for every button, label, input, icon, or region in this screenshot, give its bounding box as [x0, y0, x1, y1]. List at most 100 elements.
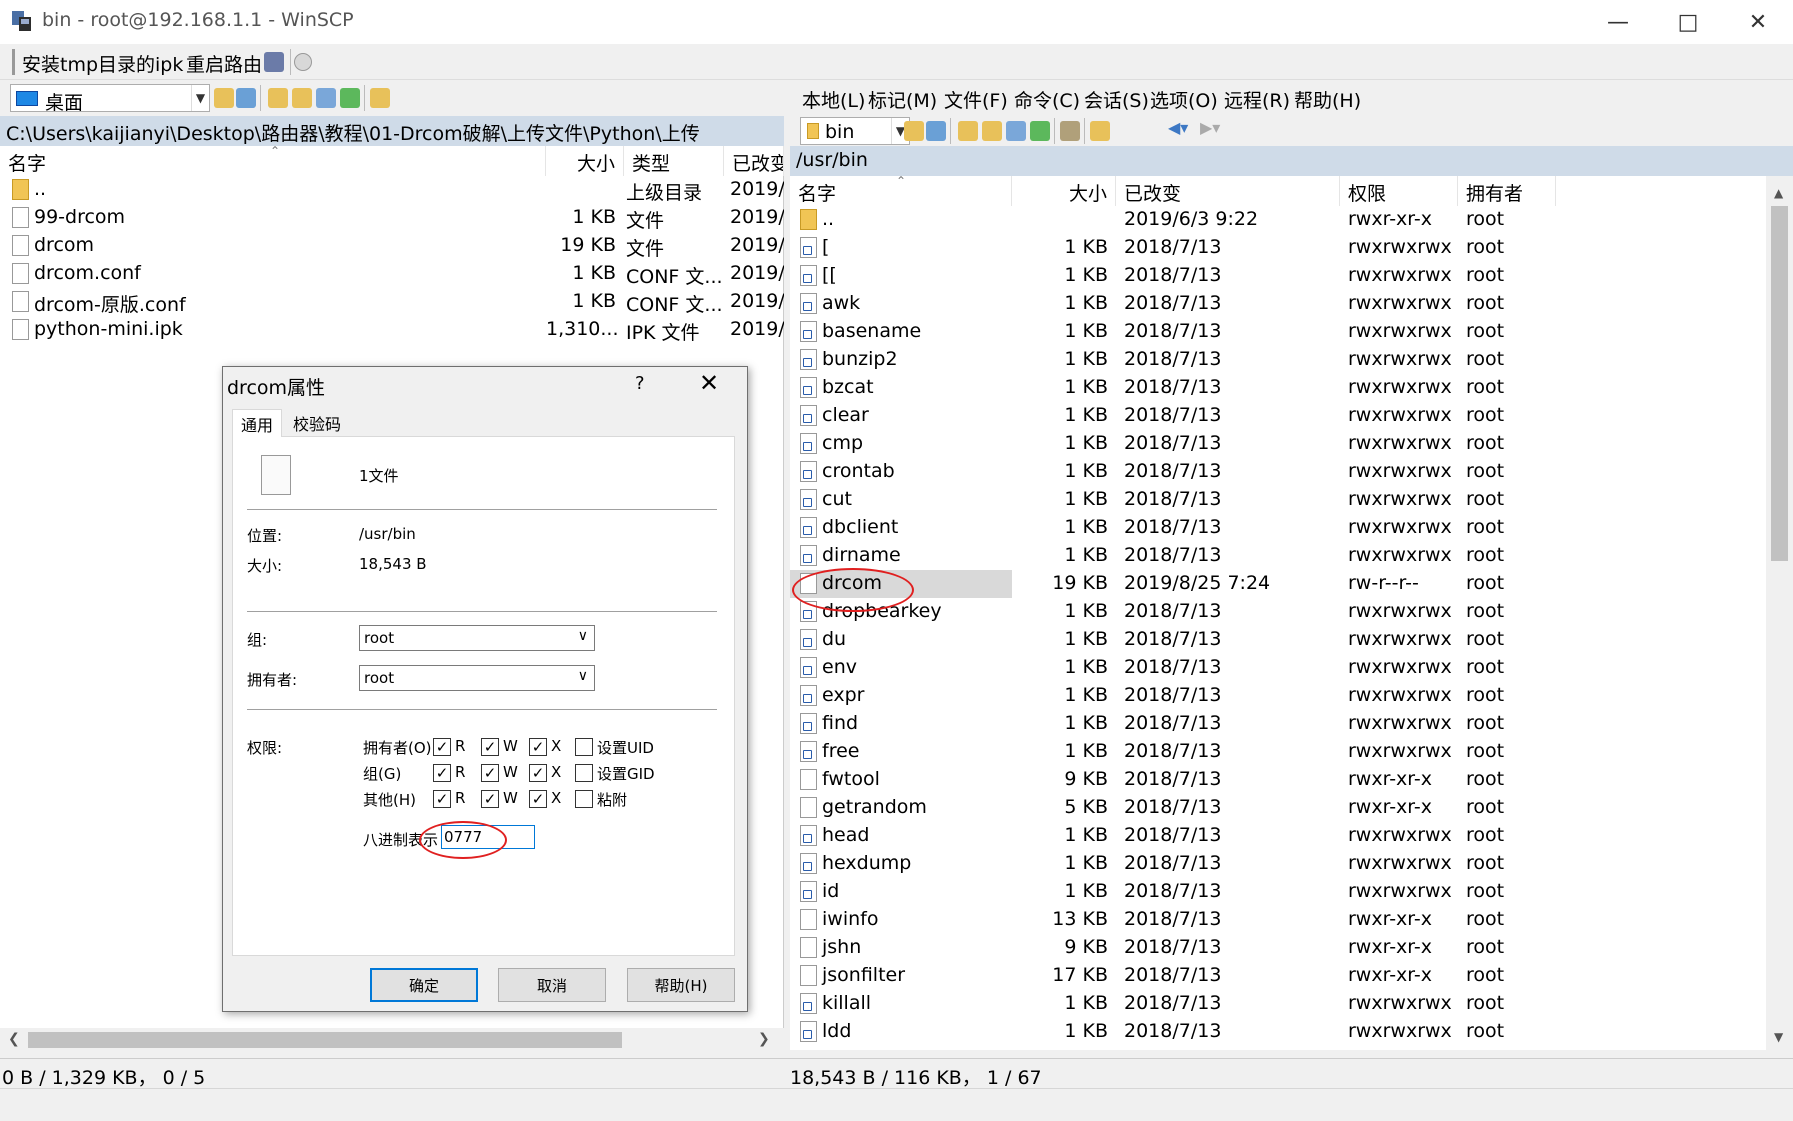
- scroll-right-icon[interactable]: ❯: [758, 1031, 770, 1047]
- group-select[interactable]: root ∨: [359, 625, 595, 651]
- dialog-close-icon[interactable]: ✕: [699, 369, 719, 397]
- file-name: drcom-原版.conf: [34, 294, 186, 316]
- close-icon[interactable]: ✕: [1723, 0, 1793, 44]
- menu-help[interactable]: 帮助(H): [1294, 86, 1361, 113]
- table-row[interactable]: drcom 19 KB 文件 2019/: [0, 232, 784, 260]
- file-owner: root: [1466, 852, 1505, 874]
- file-changed: 2018/7/13: [1124, 292, 1222, 314]
- file-icon: [261, 455, 291, 495]
- remote-dir-combo[interactable]: bin ▼: [800, 117, 910, 145]
- exec-label: X: [551, 763, 562, 781]
- checkbox-owner-read[interactable]: ✓: [433, 738, 451, 756]
- refresh-icon[interactable]: [340, 88, 360, 108]
- column-type[interactable]: 类型: [624, 146, 724, 176]
- menu-options[interactable]: 选项(O): [1150, 86, 1218, 113]
- root-folder-icon[interactable]: [982, 121, 1002, 141]
- gear-icon[interactable]: [294, 53, 312, 71]
- minimize-icon[interactable]: —: [1583, 0, 1653, 44]
- menu-mark[interactable]: 标记(M): [868, 86, 937, 113]
- table-row[interactable]: drcom-原版.conf 1 KB CONF 文... 2019/: [0, 288, 784, 316]
- file-changed: 2019/6/3 9:22: [1124, 208, 1259, 230]
- checkbox-owner-special[interactable]: [575, 738, 593, 756]
- remote-vertical-scrollbar[interactable]: ▲ ▼: [1766, 176, 1793, 1050]
- tab-checksum[interactable]: 校验码: [285, 409, 349, 437]
- table-row[interactable]: .. 上级目录 2019/: [0, 176, 784, 204]
- chevron-down-icon[interactable]: ▼: [191, 85, 209, 111]
- menu-local[interactable]: 本地(L): [802, 86, 865, 113]
- checkbox-other-special[interactable]: [575, 790, 593, 808]
- parent-folder-icon[interactable]: [268, 88, 288, 108]
- forward-arrow-icon[interactable]: ▶▾: [1200, 118, 1220, 137]
- file-changed: 2018/7/13: [1124, 712, 1222, 734]
- remote-path-bar[interactable]: /usr/bin: [790, 146, 1793, 176]
- toolbar-grip[interactable]: [12, 49, 15, 75]
- open-folder-icon[interactable]: [214, 88, 234, 108]
- menu-remote[interactable]: 远程(R): [1224, 86, 1290, 113]
- sort-asc-icon: ⌃: [896, 174, 907, 188]
- checkbox-group-exec[interactable]: ✓: [529, 764, 547, 782]
- transfer-settings-icon[interactable]: [264, 52, 284, 72]
- write-label: W: [503, 789, 518, 807]
- tab-general[interactable]: 通用: [232, 409, 283, 437]
- dialog-help-icon[interactable]: ?: [635, 373, 645, 394]
- checkbox-group-write[interactable]: ✓: [481, 764, 499, 782]
- table-row[interactable]: 99-drcom 1 KB 文件 2019/: [0, 204, 784, 232]
- local-horizontal-scrollbar[interactable]: ❮ ❯: [0, 1028, 784, 1052]
- owner-select[interactable]: root ∨: [359, 665, 595, 691]
- local-path-bar[interactable]: C:\Users\kaijianyi\Desktop\路由器\教程\01-Drc…: [0, 116, 784, 146]
- menu-session[interactable]: 会话(S): [1084, 86, 1149, 113]
- back-arrow-icon[interactable]: ◀▾: [1168, 118, 1188, 137]
- filter-icon[interactable]: [926, 121, 946, 141]
- file-name: id: [822, 880, 840, 902]
- column-size[interactable]: 大小: [1012, 176, 1116, 206]
- file-rights: rwxrwxrwx: [1348, 852, 1452, 874]
- scroll-down-icon[interactable]: ▼: [1774, 1030, 1783, 1044]
- table-row[interactable]: python-mini.ipk 1,310... IPK 文件 2019/: [0, 316, 784, 344]
- column-owner[interactable]: 拥有者: [1458, 176, 1556, 206]
- symlink-icon: [800, 1021, 817, 1042]
- tree-icon[interactable]: [1090, 121, 1110, 141]
- remote-file-list[interactable]: 名字 ⌃ 大小 已改变 权限 拥有者 .. 2019/6/3 9:22 rwxr-x…: [790, 174, 1793, 1050]
- maximize-icon[interactable]: □: [1653, 0, 1723, 44]
- menu-command[interactable]: 命令(C): [1014, 86, 1080, 113]
- checkbox-other-exec[interactable]: ✓: [529, 790, 547, 808]
- cancel-button[interactable]: 取消: [498, 968, 606, 1002]
- help-button[interactable]: 帮助(H): [627, 968, 735, 1002]
- home-icon[interactable]: [316, 88, 336, 108]
- root-folder-icon[interactable]: [292, 88, 312, 108]
- filter-icon[interactable]: [236, 88, 256, 108]
- open-folder-icon[interactable]: [904, 121, 924, 141]
- scrollbar-thumb[interactable]: [28, 1032, 622, 1048]
- checkbox-other-write[interactable]: ✓: [481, 790, 499, 808]
- local-drive-combo[interactable]: 桌面 ▼: [10, 84, 210, 114]
- refresh-icon[interactable]: [1030, 121, 1050, 141]
- table-row-details: 1 KB 2018/7/13 rwxrwxrwx root: [1012, 234, 1556, 262]
- scroll-left-icon[interactable]: ❮: [8, 1031, 20, 1047]
- column-rights[interactable]: 权限: [1340, 176, 1458, 206]
- checkbox-other-read[interactable]: ✓: [433, 790, 451, 808]
- checkbox-owner-write[interactable]: ✓: [481, 738, 499, 756]
- file-changed: 2018/7/13: [1124, 936, 1222, 958]
- checkbox-group-special[interactable]: [575, 764, 593, 782]
- scroll-up-icon[interactable]: ▲: [1774, 186, 1783, 200]
- checkbox-owner-exec[interactable]: ✓: [529, 738, 547, 756]
- table-row[interactable]: drcom.conf 1 KB CONF 文... 2019/: [0, 260, 784, 288]
- sort-asc-icon: ⌃: [270, 144, 281, 158]
- file-icon: [800, 797, 817, 818]
- home-icon[interactable]: [1006, 121, 1026, 141]
- tree-icon[interactable]: [370, 88, 390, 108]
- file-changed: 2018/7/13: [1124, 264, 1222, 286]
- parent-folder-icon[interactable]: [958, 121, 978, 141]
- ok-button[interactable]: 确定: [370, 968, 478, 1002]
- scrollbar-thumb[interactable]: [1771, 206, 1788, 561]
- column-changed[interactable]: 已改变: [724, 146, 784, 176]
- column-size[interactable]: 大小: [546, 146, 624, 176]
- file-name: jshn: [822, 936, 862, 958]
- file-icon: [800, 965, 817, 986]
- menu-file[interactable]: 文件(F): [944, 86, 1008, 113]
- reboot-router-button[interactable]: 重启路由: [186, 50, 262, 77]
- install-ipk-button[interactable]: 安装tmp目录的ipk: [22, 50, 183, 77]
- column-changed[interactable]: 已改变: [1116, 176, 1340, 206]
- find-files-icon[interactable]: [1060, 121, 1080, 141]
- checkbox-group-read[interactable]: ✓: [433, 764, 451, 782]
